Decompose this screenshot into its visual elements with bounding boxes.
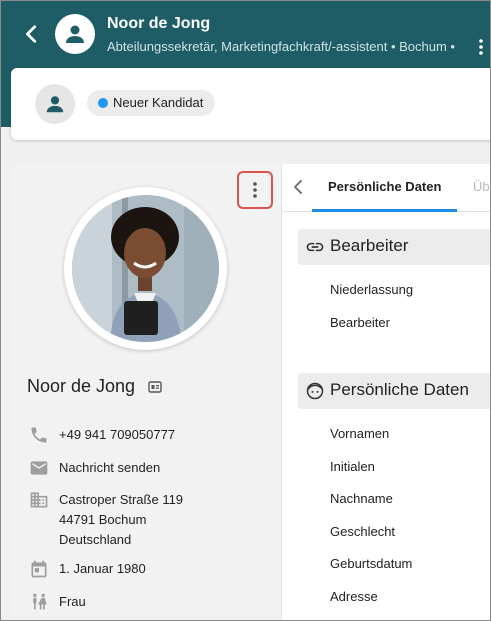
- field-label: Bearbeiter: [330, 315, 390, 330]
- status-dot: [98, 98, 108, 108]
- status-avatar: [35, 84, 75, 124]
- birthdate: 1. Januar 1980: [59, 561, 146, 576]
- more-vertical-icon: [253, 182, 257, 198]
- section-header-persoenliche-daten: Persönliche Daten: [298, 373, 490, 409]
- address-line-3: Deutschland: [59, 532, 132, 547]
- section-header-bearbeiter: Bearbeiter: [298, 229, 490, 265]
- send-message-link[interactable]: Nachricht senden: [59, 458, 160, 478]
- profile-photo: [72, 195, 219, 342]
- address-line-2: 44791 Bochum: [59, 512, 147, 527]
- more-vertical-icon[interactable]: [476, 37, 486, 57]
- tab-persoenliche-daten[interactable]: Persönliche Daten: [328, 179, 441, 194]
- profile-more-button[interactable]: [237, 171, 273, 209]
- person-icon: [66, 25, 84, 43]
- chevron-left-icon[interactable]: [292, 180, 304, 194]
- chevron-left-icon[interactable]: [21, 23, 43, 45]
- building-icon: [30, 492, 48, 508]
- header-avatar: [55, 14, 95, 54]
- gender: Frau: [59, 594, 86, 609]
- field-label: Adresse: [330, 589, 378, 604]
- active-tab-indicator: [312, 209, 457, 212]
- person-icon: [46, 96, 64, 113]
- face-icon: [306, 382, 324, 400]
- address-line-1: Castroper Straße 119: [59, 492, 184, 507]
- header-subtitle: Abteilungssekretär, Marketingfachkraft/-…: [107, 39, 455, 54]
- app-window: Noor de Jong Abteilungssekretär, Marketi…: [0, 0, 491, 621]
- link-icon: [306, 242, 324, 252]
- calendar-icon: [31, 560, 47, 578]
- details-panel: Persönliche Daten Üb Bearbeiter Niederla…: [281, 164, 490, 620]
- gender-icon: [33, 593, 47, 610]
- phone-icon: [31, 427, 47, 443]
- status-card: Neuer Kandidat: [11, 68, 490, 140]
- profile-name: Noor de Jong: [27, 376, 136, 396]
- field-label: Geburtsdatum: [330, 556, 413, 571]
- field-label: Vornamen: [330, 426, 390, 441]
- field-label: Nachname: [330, 491, 393, 506]
- mail-icon: [30, 461, 48, 475]
- tab-next[interactable]: Üb: [473, 179, 490, 194]
- field-label: Niederlassung: [330, 282, 414, 297]
- portrait-image: [72, 195, 219, 342]
- id-card-icon[interactable]: [148, 380, 162, 394]
- field-label: Initialen: [330, 459, 375, 474]
- header-name: Noor de Jong: [107, 15, 211, 32]
- section-title: Persönliche Daten: [330, 380, 469, 399]
- status-label: Neuer Kandidat: [113, 95, 204, 110]
- phone-link[interactable]: +49 941 709050777: [59, 425, 175, 445]
- tab-bar: Persönliche Daten Üb: [282, 164, 490, 212]
- status-chip[interactable]: Neuer Kandidat: [87, 90, 216, 116]
- field-label: Geschlecht: [330, 524, 396, 539]
- section-title: Bearbeiter: [330, 236, 409, 255]
